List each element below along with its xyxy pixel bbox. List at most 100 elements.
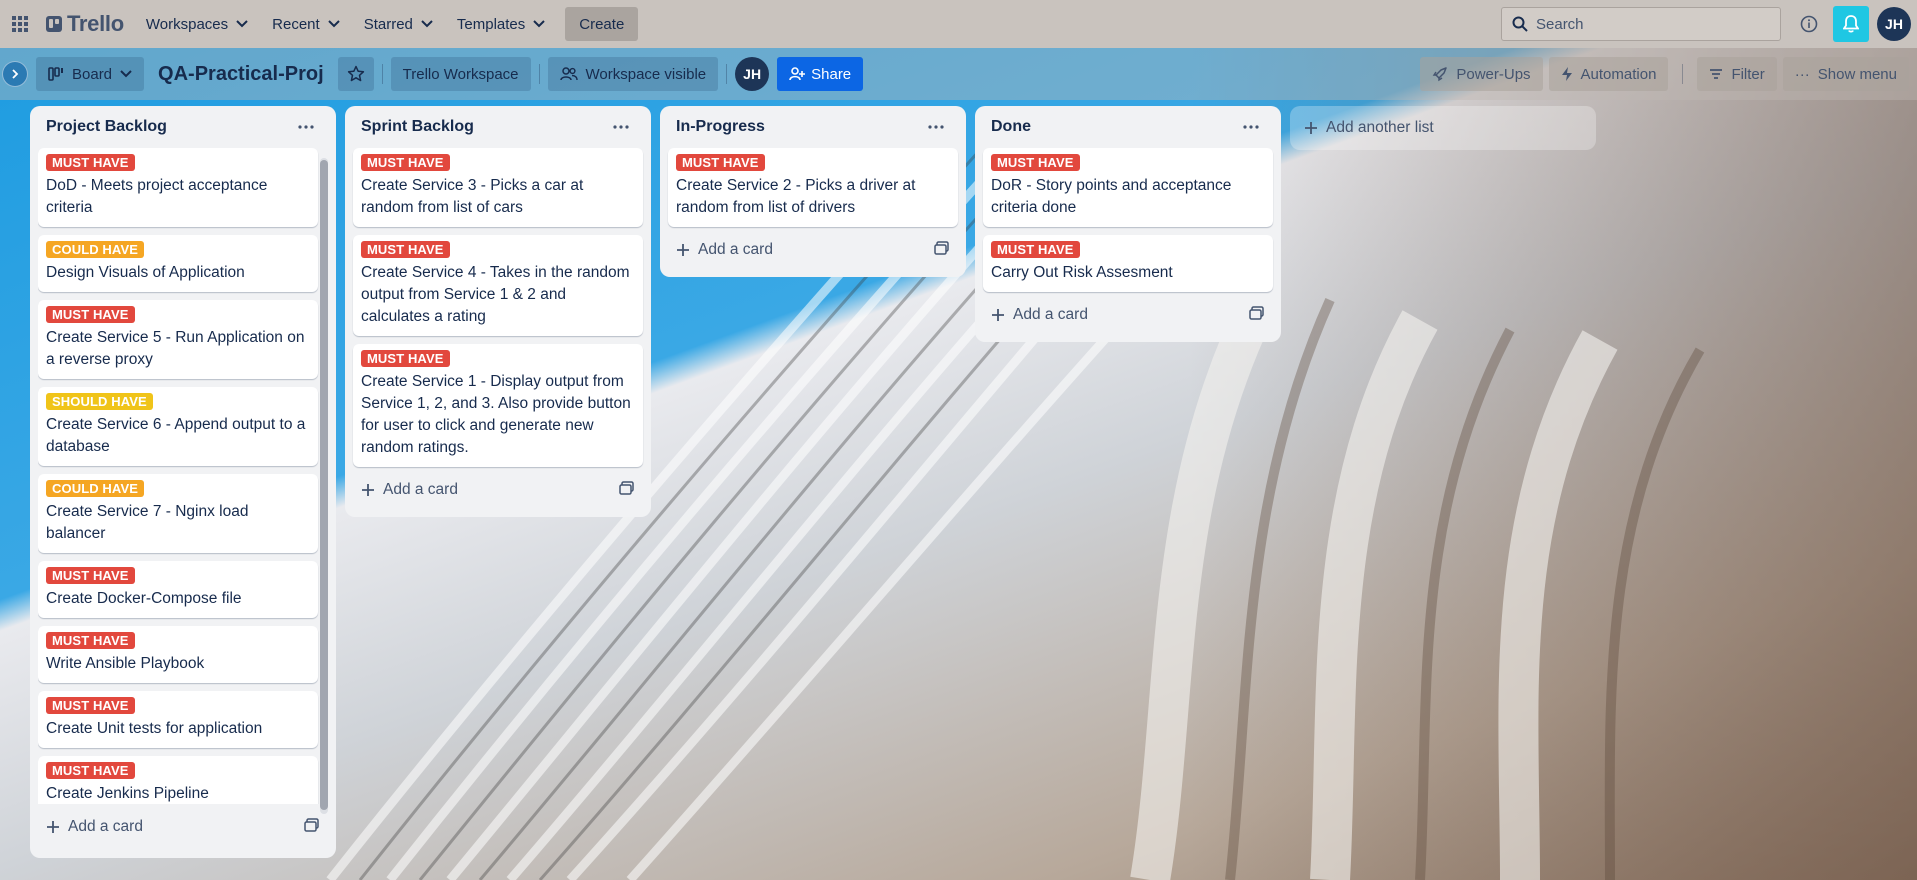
list-title[interactable]: Sprint Backlog: [361, 118, 474, 136]
card[interactable]: MUST HAVE Create Docker-Compose file: [38, 561, 318, 618]
create-from-template-icon[interactable]: [1249, 305, 1265, 325]
star-board-button[interactable]: [337, 57, 374, 91]
list-sprint-backlog: Sprint Backlog MUST HAVE Create Service 3…: [345, 106, 651, 517]
list-title[interactable]: In-Progress: [676, 118, 765, 136]
plus-icon: [362, 484, 374, 496]
card-title: Create Service 3 - Picks a car at random…: [361, 177, 584, 216]
add-card-button[interactable]: Add a card: [361, 481, 458, 499]
card[interactable]: COULD HAVE Create Service 7 - Nginx load …: [38, 474, 318, 553]
share-button[interactable]: Share: [777, 57, 864, 91]
card[interactable]: MUST HAVE DoD - Meets project acceptance …: [38, 148, 318, 227]
workspaces-menu[interactable]: Workspaces: [134, 8, 260, 40]
templates-label: Templates: [456, 15, 526, 33]
add-card-label: Add a card: [1013, 306, 1088, 323]
recent-menu[interactable]: Recent: [260, 8, 352, 40]
scrollbar-thumb[interactable]: [320, 160, 328, 810]
card-title: DoD - Meets project acceptance criteria: [46, 177, 268, 216]
bell-icon: [1843, 15, 1859, 33]
search-input[interactable]: [1536, 15, 1756, 33]
card-label: MUST HAVE: [46, 697, 135, 714]
create-from-template-icon[interactable]: [934, 240, 950, 260]
list-title[interactable]: Project Backlog: [46, 118, 167, 136]
card-stack: MUST HAVE DoD - Meets project acceptance …: [38, 148, 318, 804]
list-in-progress: In-Progress MUST HAVE Create Service 2 - …: [660, 106, 966, 277]
list-title[interactable]: Done: [991, 118, 1031, 136]
list-cards-scroll[interactable]: MUST HAVE DoD - Meets project acceptance …: [38, 148, 328, 804]
workspace-button[interactable]: Trello Workspace: [390, 57, 531, 91]
visibility-button[interactable]: Workspace visible: [547, 57, 719, 91]
templates-menu[interactable]: Templates: [445, 8, 557, 40]
show-menu-button[interactable]: ··· Show menu: [1782, 57, 1909, 91]
add-card-button[interactable]: Add a card: [46, 818, 143, 836]
list-actions-icon[interactable]: [607, 113, 635, 141]
card-stack: MUST HAVE DoR - Story points and acceptan…: [983, 148, 1273, 292]
card-label: MUST HAVE: [361, 154, 450, 171]
info-button[interactable]: [1793, 8, 1825, 40]
add-card-row: Add a card: [668, 231, 958, 269]
card-label: MUST HAVE: [46, 306, 135, 323]
card-label: MUST HAVE: [991, 154, 1080, 171]
create-button[interactable]: Create: [565, 7, 639, 41]
create-from-template-icon[interactable]: [304, 817, 320, 837]
list-header: Project Backlog: [38, 106, 328, 148]
share-label: Share: [811, 65, 852, 83]
add-list-button[interactable]: Add another list: [1290, 106, 1596, 150]
add-card-row: Add a card: [38, 808, 328, 846]
create-from-template-icon[interactable]: [619, 480, 635, 500]
starred-label: Starred: [363, 15, 413, 33]
list-actions-icon[interactable]: [922, 113, 950, 141]
card-label: COULD HAVE: [46, 241, 144, 258]
add-card-button[interactable]: Add a card: [991, 306, 1088, 324]
add-person-icon: [789, 67, 806, 81]
board-view-switcher[interactable]: Board: [36, 57, 145, 91]
app-switcher-icon[interactable]: [2, 6, 38, 42]
card-title: Write Ansible Playbook: [46, 655, 205, 672]
user-avatar[interactable]: JH: [1877, 7, 1911, 41]
card[interactable]: MUST HAVE Create Service 2 - Picks a driv…: [668, 148, 958, 227]
card[interactable]: MUST HAVE Create Service 4 - Takes in the…: [353, 235, 643, 336]
card[interactable]: MUST HAVE Write Ansible Playbook: [38, 626, 318, 683]
trello-logo[interactable]: Trello: [38, 8, 134, 40]
board-member-avatar[interactable]: JH: [735, 57, 770, 91]
plus-icon: [677, 244, 689, 256]
powerups-button[interactable]: Power-Ups: [1420, 57, 1543, 91]
board-view-icon: [48, 67, 63, 81]
card[interactable]: MUST HAVE Carry Out Risk Assesment: [983, 235, 1273, 292]
chevron-down-icon: [120, 70, 132, 78]
card[interactable]: MUST HAVE Create Jenkins Pipeline: [38, 756, 318, 804]
notifications-button[interactable]: [1833, 6, 1869, 42]
card[interactable]: MUST HAVE Create Service 3 - Picks a car …: [353, 148, 643, 227]
search-box[interactable]: [1501, 7, 1781, 41]
starred-menu[interactable]: Starred: [352, 8, 445, 40]
chevron-right-icon: [12, 69, 19, 79]
automation-button[interactable]: Automation: [1548, 57, 1669, 91]
card-stack: MUST HAVE Create Service 2 - Picks a driv…: [668, 148, 958, 227]
add-list-label: Add another list: [1326, 119, 1434, 136]
add-card-button[interactable]: Add a card: [676, 241, 773, 259]
card[interactable]: MUST HAVE Create Service 1 - Display outp…: [353, 344, 643, 467]
trello-logo-icon: [46, 16, 62, 32]
chevron-down-icon: [421, 20, 433, 28]
card[interactable]: COULD HAVE Design Visuals of Application: [38, 235, 318, 292]
card-label: SHOULD HAVE: [46, 393, 153, 410]
star-icon: [347, 65, 364, 82]
plus-icon: [992, 309, 1004, 321]
add-card-label: Add a card: [68, 818, 143, 835]
chevron-down-icon: [236, 20, 248, 28]
card[interactable]: MUST HAVE Create Unit tests for applicati…: [38, 691, 318, 748]
card[interactable]: SHOULD HAVE Create Service 6 - Append out…: [38, 387, 318, 466]
board-title[interactable]: QA-Practical-Proj: [144, 63, 338, 86]
card-label: MUST HAVE: [46, 632, 135, 649]
filter-button[interactable]: Filter: [1697, 57, 1777, 91]
sidebar-expand-button[interactable]: [2, 61, 28, 87]
card[interactable]: MUST HAVE DoR - Story points and acceptan…: [983, 148, 1273, 227]
list-scrollbar[interactable]: [320, 158, 328, 814]
card-title: DoR - Story points and acceptance criter…: [991, 177, 1232, 216]
card-stack: MUST HAVE Create Service 3 - Picks a car …: [353, 148, 643, 467]
list-done: Done MUST HAVE DoR - Story points and acc…: [975, 106, 1281, 342]
list-actions-icon[interactable]: [292, 113, 320, 141]
card-title: Create Service 1 - Display output from S…: [361, 373, 631, 456]
plus-icon: [47, 821, 59, 833]
list-actions-icon[interactable]: [1237, 113, 1265, 141]
card[interactable]: MUST HAVE Create Service 5 - Run Applicat…: [38, 300, 318, 379]
